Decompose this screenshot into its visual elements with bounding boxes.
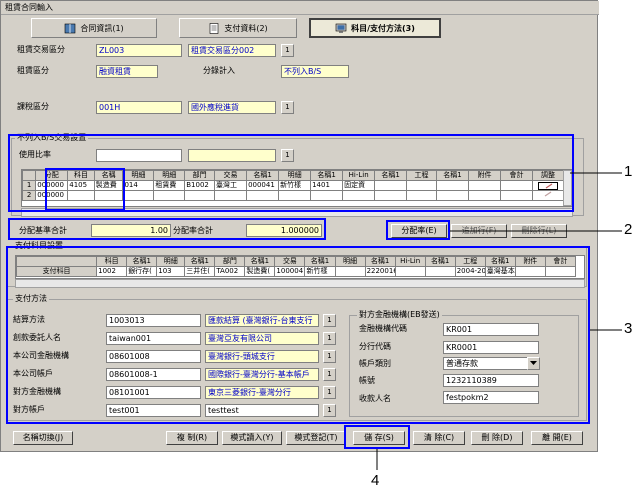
callout-3: 3 <box>624 320 633 337</box>
callout-4: 4 <box>371 472 380 489</box>
callout-lines <box>376 172 622 470</box>
callout-1: 1 <box>624 163 633 180</box>
callout-2: 2 <box>624 221 633 238</box>
